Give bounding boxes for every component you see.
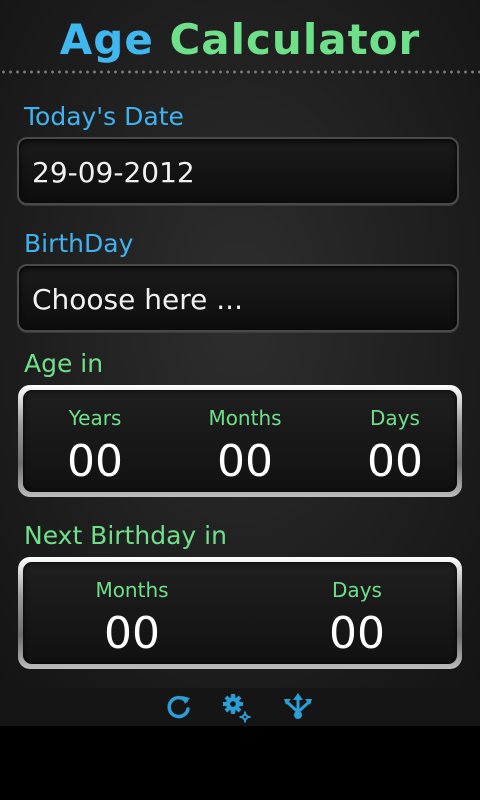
birthday-field[interactable]: Choose here ... <box>17 264 459 332</box>
birthday-value: Choose here ... <box>32 283 243 316</box>
age-months-value: 00 <box>217 436 273 487</box>
dotted-divider <box>0 69 480 75</box>
app-background: Age Calculator Today's Date 29-09-2012 B… <box>0 0 480 690</box>
age-months-caption: Months <box>208 406 282 430</box>
next-birthday-panel: Months 00 Days 00 <box>18 557 462 669</box>
share-icon[interactable] <box>282 692 312 722</box>
age-days-value: 00 <box>367 436 423 487</box>
todays-date-field[interactable]: 29-09-2012 <box>17 137 459 205</box>
age-panel-inner: Years 00 Months 00 Days 00 <box>23 390 457 492</box>
age-years-caption: Years <box>68 406 122 430</box>
app-title: Age Calculator <box>0 12 480 68</box>
age-panel: Years 00 Months 00 Days 00 <box>18 385 462 497</box>
next-birthday-label: Next Birthday in <box>24 521 227 550</box>
refresh-icon[interactable] <box>164 692 194 722</box>
next-birthday-months-value: 00 <box>104 608 160 659</box>
bottom-toolbar <box>0 688 480 726</box>
next-birthday-panel-inner: Months 00 Days 00 <box>23 562 457 664</box>
age-in-label: Age in <box>24 349 104 378</box>
app-title-part2: Calculator <box>169 15 421 64</box>
next-birthday-days-caption: Days <box>332 578 382 602</box>
next-birthday-months-caption: Months <box>95 578 169 602</box>
age-days-caption: Days <box>370 406 420 430</box>
todays-date-value: 29-09-2012 <box>32 156 195 189</box>
next-birthday-days-value: 00 <box>329 608 385 659</box>
age-years-value: 00 <box>67 436 123 487</box>
app-title-part1: Age <box>59 15 154 64</box>
birthday-label: BirthDay <box>24 229 134 258</box>
todays-date-label: Today's Date <box>24 102 184 131</box>
screen: Age Calculator Today's Date 29-09-2012 B… <box>0 0 480 800</box>
settings-icon[interactable] <box>220 692 251 723</box>
